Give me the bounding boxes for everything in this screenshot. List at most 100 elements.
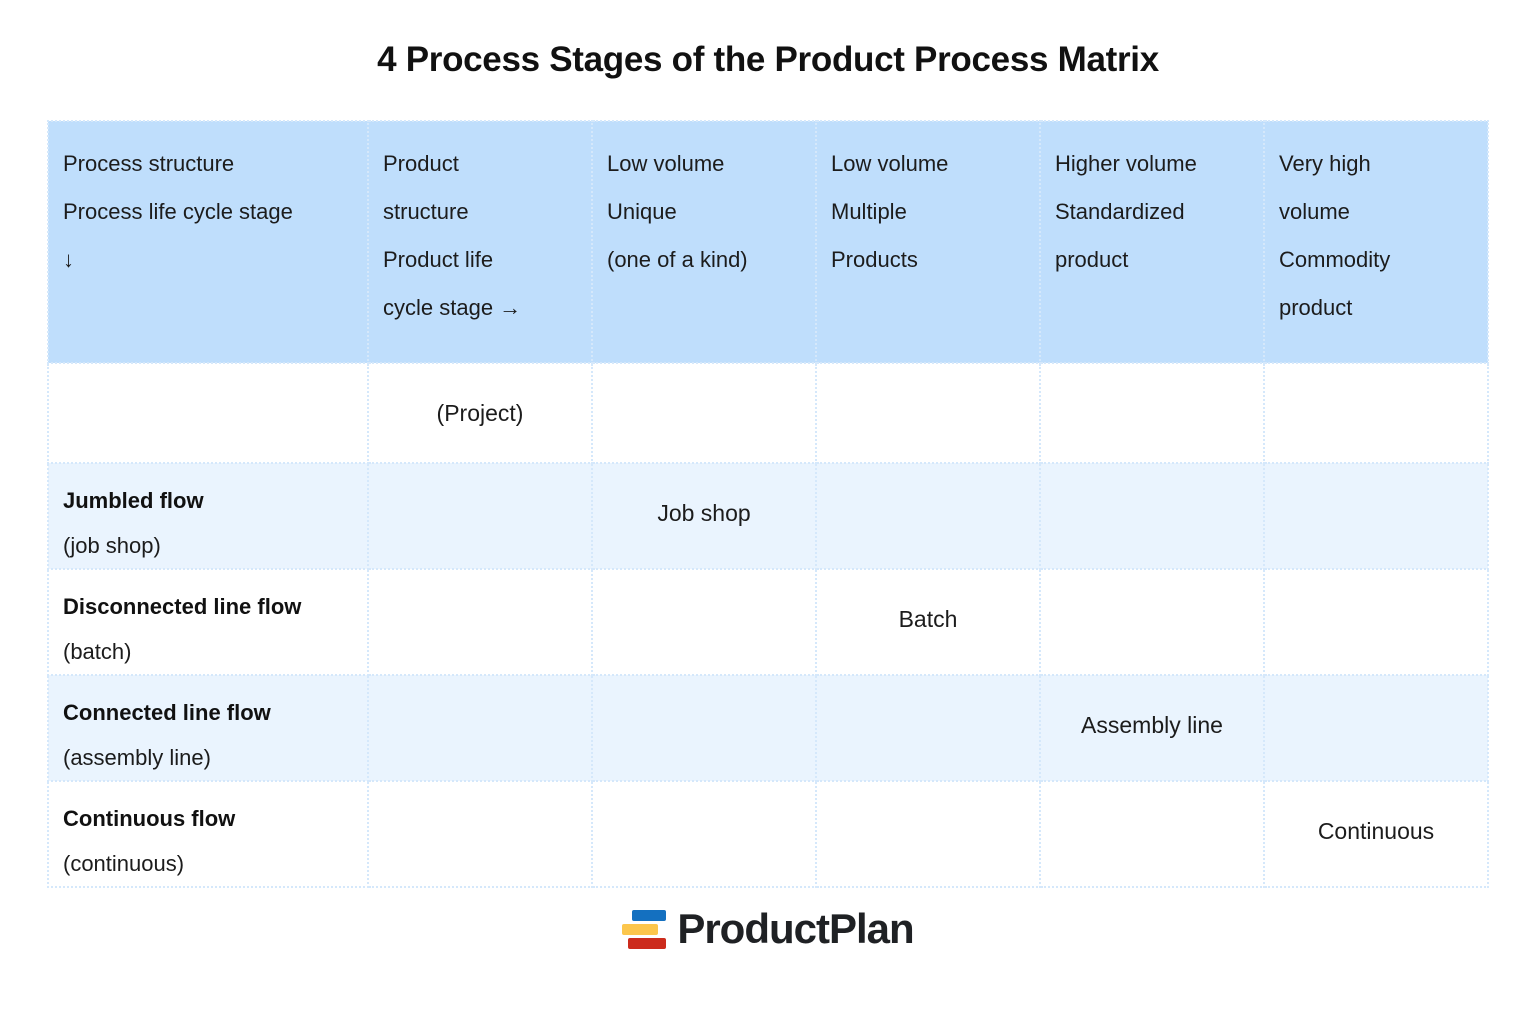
header-cell-low-volume-multiple: Low volume Multiple Products — [815, 120, 1041, 364]
header-line: Unique — [607, 199, 677, 224]
header-cell-higher-volume-standardized: Higher volume Standardized product — [1039, 120, 1265, 364]
matrix-cell-value — [1041, 364, 1263, 462]
matrix-cell — [591, 362, 817, 464]
matrix-cell: (Project) — [367, 362, 593, 464]
matrix-cell-value — [369, 570, 591, 668]
row-label-primary: Disconnected line flow — [63, 594, 302, 619]
right-arrow-icon: cycle stage → — [383, 295, 522, 320]
matrix-cell-value — [369, 782, 591, 880]
row-label-secondary: (continuous) — [63, 851, 185, 876]
matrix-cell — [1263, 362, 1489, 464]
row-label-secondary: (batch) — [63, 639, 132, 664]
row-label-cell: Disconnected line flow (batch) — [47, 568, 369, 676]
logo-bar-red-icon — [628, 938, 667, 949]
table-row: Connected line flow (assembly line) Asse… — [47, 674, 1489, 782]
header-line: Higher volume — [1055, 151, 1197, 176]
matrix-cell — [367, 568, 593, 676]
matrix-cell-value — [1265, 364, 1487, 462]
header-line: Multiple — [831, 199, 907, 224]
header-line: Process structure — [63, 151, 235, 176]
header-line: product — [1279, 295, 1353, 320]
matrix-cell: Assembly line — [1039, 674, 1265, 782]
table-row: Jumbled flow (job shop) Job shop — [47, 462, 1489, 570]
matrix-cell-value — [817, 364, 1039, 462]
header-line: Low volume — [831, 151, 949, 176]
matrix-cell — [1263, 674, 1489, 782]
matrix-cell-value — [369, 464, 591, 562]
header-line: Low volume — [607, 151, 725, 176]
matrix-cell — [367, 674, 593, 782]
matrix-cell — [1039, 780, 1265, 888]
row-label-cell: Continuous flow (continuous) — [47, 780, 369, 888]
header-line: Standardized — [1055, 199, 1185, 224]
matrix-cell: Batch — [815, 568, 1041, 676]
page-title: 4 Process Stages of the Product Process … — [377, 40, 1159, 79]
matrix-cell — [1039, 568, 1265, 676]
matrix-cell-value — [593, 782, 815, 880]
header-line: volume — [1279, 199, 1350, 224]
product-process-matrix-table: Process structure Process life cycle sta… — [47, 120, 1489, 888]
matrix-cell-value — [1041, 464, 1263, 562]
matrix-cell — [1039, 362, 1265, 464]
matrix-cell-value — [1265, 676, 1487, 774]
matrix-cell — [591, 674, 817, 782]
matrix-cell-value: Batch — [898, 606, 958, 632]
matrix-cell-value — [817, 676, 1039, 774]
matrix-cell — [591, 568, 817, 676]
header-line: Products — [831, 247, 918, 272]
header-cell-very-high-volume-commodity: Very high volume Commodity product — [1263, 120, 1489, 364]
table-row: (Project) — [47, 362, 1489, 464]
productplan-bars-icon — [622, 908, 667, 950]
matrix-cell-value: Assembly line — [1081, 712, 1223, 738]
matrix-cell-value — [817, 464, 1039, 562]
matrix-cell: Continuous — [1263, 780, 1489, 888]
logo-wordmark: ProductPlan — [677, 905, 914, 952]
matrix-cell — [1039, 462, 1265, 570]
header-line: Product — [383, 151, 459, 176]
logo-bar-blue-icon — [632, 910, 667, 921]
header-line: Process life cycle stage — [63, 199, 293, 224]
header-line: product — [1055, 247, 1129, 272]
row-label-secondary: (assembly line) — [63, 745, 211, 770]
header-cell-product-structure: Product structure Product life cycle sta… — [367, 120, 593, 364]
row-label-cell: Jumbled flow (job shop) — [47, 462, 369, 570]
matrix-cell-value: (Project) — [436, 400, 524, 426]
down-arrow-icon: ↓ — [63, 247, 74, 272]
matrix-cell — [815, 780, 1041, 888]
logo-bar-yellow-icon — [622, 924, 659, 935]
header-line: structure — [383, 199, 469, 224]
row-label-cell — [47, 362, 369, 464]
matrix-cell — [815, 674, 1041, 782]
matrix-header-row: Process structure Process life cycle sta… — [47, 120, 1489, 364]
productplan-logo: ProductPlan — [0, 898, 1536, 960]
header-cell-low-volume-unique: Low volume Unique (one of a kind) — [591, 120, 817, 364]
matrix-cell — [815, 362, 1041, 464]
matrix-cell — [1263, 462, 1489, 570]
row-label-primary: Connected line flow — [63, 700, 271, 725]
matrix-cell-value — [1265, 570, 1487, 668]
matrix-cell-value — [1041, 570, 1263, 668]
header-cell-process-structure: Process structure Process life cycle sta… — [47, 120, 369, 364]
matrix-cell — [815, 462, 1041, 570]
header-line: Very high — [1279, 151, 1371, 176]
matrix-cell-value — [593, 364, 815, 462]
row-label-cell: Connected line flow (assembly line) — [47, 674, 369, 782]
row-label-primary: Continuous flow — [63, 806, 236, 831]
matrix-cell-value — [369, 676, 591, 774]
matrix-cell — [1263, 568, 1489, 676]
matrix-cell: Job shop — [591, 462, 817, 570]
matrix-cell-value — [593, 676, 815, 774]
matrix-cell — [367, 780, 593, 888]
matrix-cell — [591, 780, 817, 888]
page-root: 4 Process Stages of the Product Process … — [0, 0, 1536, 1013]
matrix-cell-value — [1265, 464, 1487, 562]
table-row: Disconnected line flow (batch) Batch — [47, 568, 1489, 676]
matrix-cell-value — [817, 782, 1039, 880]
matrix-cell-value — [593, 570, 815, 668]
row-label-primary: Jumbled flow — [63, 488, 204, 513]
header-line: (one of a kind) — [607, 247, 748, 272]
header-line: Commodity — [1279, 247, 1391, 272]
table-row: Continuous flow (continuous) Continuous — [47, 780, 1489, 888]
matrix-cell-value: Job shop — [657, 500, 751, 526]
header-line: Product life — [383, 247, 494, 272]
